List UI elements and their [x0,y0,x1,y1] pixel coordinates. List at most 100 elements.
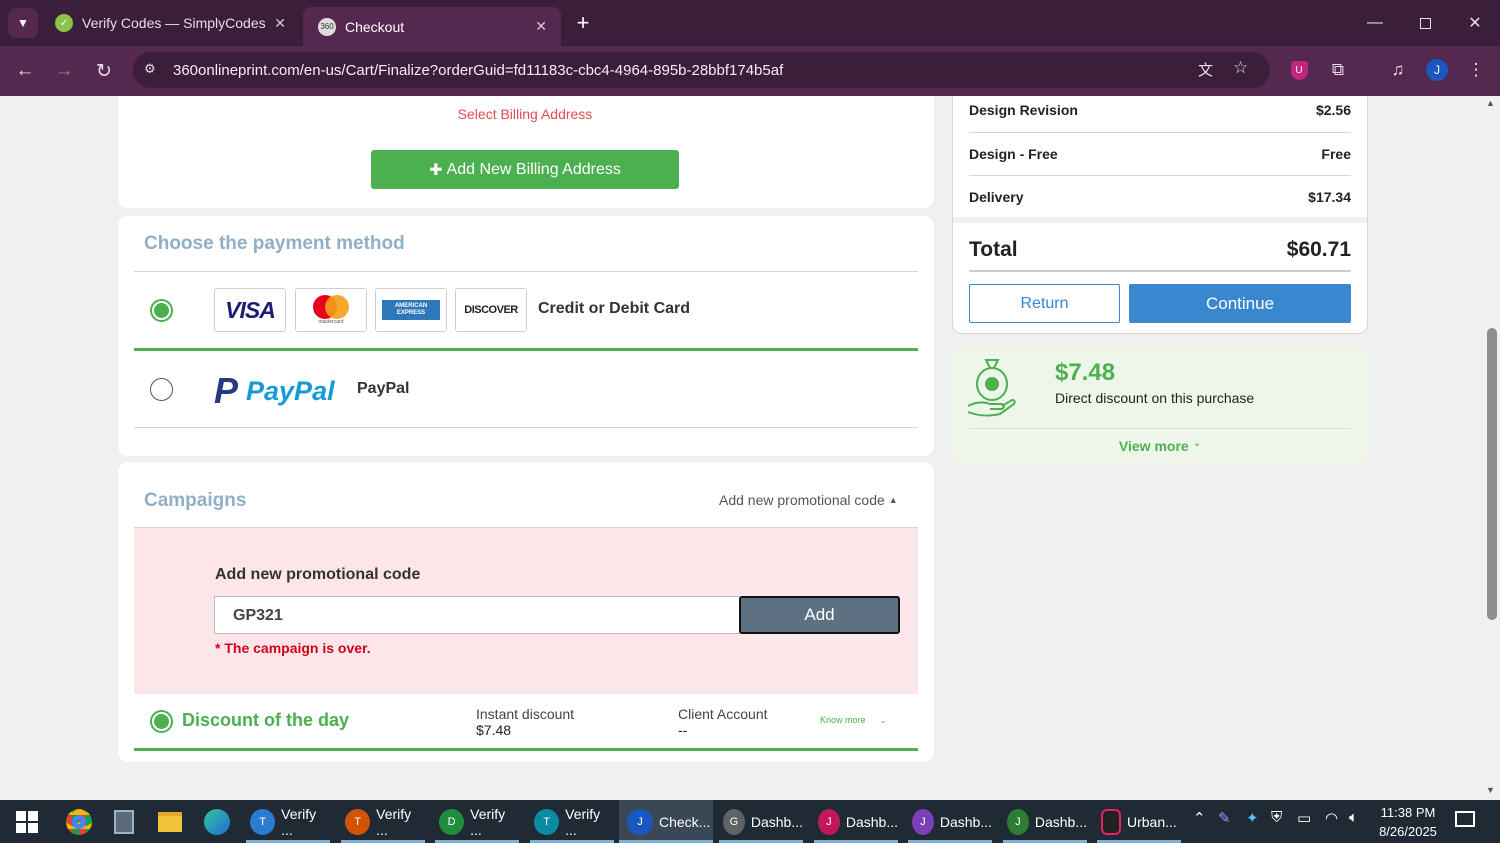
client-account-value: -- [678,722,688,738]
chrome-profile-icon: T [534,808,560,835]
taskbar-app-verify-2[interactable]: T Verify ... [341,800,425,843]
chevron-up-icon: ▲ [888,495,898,505]
paypal-label: PayPal [357,380,410,397]
scrollbar-thumb[interactable] [1487,328,1497,620]
view-more-link[interactable]: View more ⌄ [952,438,1368,454]
divider [969,175,1351,176]
translate-icon[interactable]: 文 [1198,59,1213,80]
taskbar-app-verify-3[interactable]: D Verify ... [435,800,519,843]
campaigns-title: Campaigns [144,490,247,511]
continue-button[interactable]: Continue [1129,284,1351,323]
media-control-icon[interactable]: ♫ [1384,57,1412,83]
minimize-icon[interactable]: — [1360,8,1390,38]
forward-icon[interactable]: → [49,57,79,85]
taskbar-app-dashboard-2[interactable]: J Dashb... [814,800,898,843]
urban-vpn-icon [1101,808,1121,835]
volume-icon[interactable]: 🔈︎ [1349,809,1358,826]
return-button[interactable]: Return [969,284,1120,323]
taskbar-app-verify-1[interactable]: T Verify ... [246,800,330,843]
divider [969,270,1351,272]
close-window-icon[interactable]: ✕ [1460,8,1490,38]
bookmark-star-icon[interactable]: ☆ [1233,58,1248,78]
scroll-down-arrow-icon[interactable]: ▼ [1486,785,1495,795]
chevron-down-icon: ⌄ [1192,438,1202,449]
summary-row-delivery: Delivery $17.34 [969,189,1351,205]
pen-icon[interactable]: ✎ [1218,809,1231,827]
money-bag-hand-icon [966,356,1018,418]
windows-start-icon[interactable] [16,811,38,833]
paypal-logo: P PayPal [214,370,335,411]
plus-icon: ✚ [429,161,443,179]
ublock-shield-icon[interactable]: U [1285,57,1313,83]
tray-app-icon[interactable]: ✦ [1246,809,1259,827]
clock-date: 8/26/2025 [1379,824,1437,839]
chevron-down-icon: ⌄ [879,715,887,725]
payment-section-title: Choose the payment method [144,233,405,254]
menu-kebab-icon[interactable]: ⋮ [1462,57,1490,83]
chrome-profile-icon: J [818,808,840,835]
discount-row-underline [134,748,918,751]
credit-card-radio[interactable] [150,299,173,322]
profile-avatar[interactable]: J [1423,57,1451,83]
summary-total-row: Total $60.71 [969,238,1351,261]
tray-overflow-chevron-icon[interactable]: ⌃ [1193,809,1206,827]
file-explorer-icon[interactable] [158,812,182,832]
promo-code-input[interactable]: GP321 [214,596,740,634]
know-more-link[interactable]: Know more ⌄ [820,715,886,725]
promo-field-label: Add new promotional code [215,566,421,583]
discover-logo: DISCOVER [455,288,527,332]
wifi-icon[interactable]: ◠ [1325,809,1338,827]
chrome-profile-icon: G [723,808,745,835]
security-shield-icon[interactable]: ⛨ [1271,809,1282,826]
summary-band [953,217,1367,223]
battery-icon[interactable]: ▭ [1297,809,1311,827]
add-promo-button[interactable]: Add [739,596,900,634]
selected-option-underline [134,348,918,351]
visa-logo: VISA [214,288,286,332]
paypal-radio[interactable] [150,378,173,401]
new-tab-button[interactable]: + [570,9,596,37]
back-icon[interactable]: ← [10,57,40,85]
discount-amount: $7.48 [1055,359,1116,386]
close-tab-icon[interactable]: ✕ [535,18,547,35]
discount-description: Direct discount on this purchase [1055,390,1255,406]
360-favicon-icon: 360 [318,17,336,36]
chrome-profile-icon: J [627,808,653,835]
simplycodes-favicon-icon: ✓ [55,14,73,32]
tab-search-button[interactable]: ▼ [8,8,38,38]
extensions-icon[interactable]: ⧉ [1324,57,1352,83]
taskbar-app-dashboard-1[interactable]: G Dashb... [719,800,803,843]
chrome-pinned-icon[interactable] [66,809,92,835]
taskbar-app-dashboard-4[interactable]: J Dashb... [1003,800,1087,843]
instant-discount-value: $7.48 [476,722,512,738]
restore-icon[interactable] [1410,8,1440,38]
select-billing-address-label: Select Billing Address [457,106,593,122]
notifications-icon[interactable] [1455,811,1475,827]
chevron-down-icon: ▼ [17,16,29,30]
taskbar-app-checkout[interactable]: J Check... [619,800,713,843]
tab-checkout[interactable]: 360 Checkout ✕ [303,7,561,46]
address-bar[interactable]: ⚙ 360onlineprint.com/en-us/Cart/Finalize… [133,52,1270,88]
taskbar-app-urban[interactable]: Urban... [1097,800,1181,843]
instant-discount-label: Instant discount [476,706,575,722]
mastercard-logo: mastercard [295,288,367,332]
taskbar-app-verify-4[interactable]: T Verify ... [530,800,614,843]
taskbar-app-dashboard-3[interactable]: J Dashb... [908,800,992,843]
reload-icon[interactable]: ↻ [89,57,119,85]
add-billing-address-button[interactable]: ✚ Add New Billing Address [371,150,679,189]
summary-row-design-revision: Design Revision $2.56 [969,102,1351,118]
scroll-up-arrow-icon[interactable]: ▲ [1486,98,1495,108]
add-promo-toggle[interactable]: Add new promotional code ▲ [719,492,898,508]
site-info-icon[interactable]: ⚙ [144,61,156,77]
chrome-profile-icon: J [912,808,934,835]
tab-title: Checkout [345,18,405,35]
calculator-icon[interactable] [114,810,134,834]
tab-verify-codes[interactable]: ✓ Verify Codes — SimplyCodes ✕ [40,7,300,39]
discount-radio[interactable] [150,710,173,733]
edge-icon[interactable] [204,809,230,835]
close-tab-icon[interactable]: ✕ [274,15,286,32]
amex-logo: AMERICAN EXPRESS [375,288,447,332]
taskbar-clock[interactable]: 11:38 PM 8/26/2025 [1376,803,1440,841]
summary-row-design-free: Design - Free Free [969,146,1351,162]
page-viewport: Select Billing Address ✚ Add New Billing… [0,96,1484,800]
